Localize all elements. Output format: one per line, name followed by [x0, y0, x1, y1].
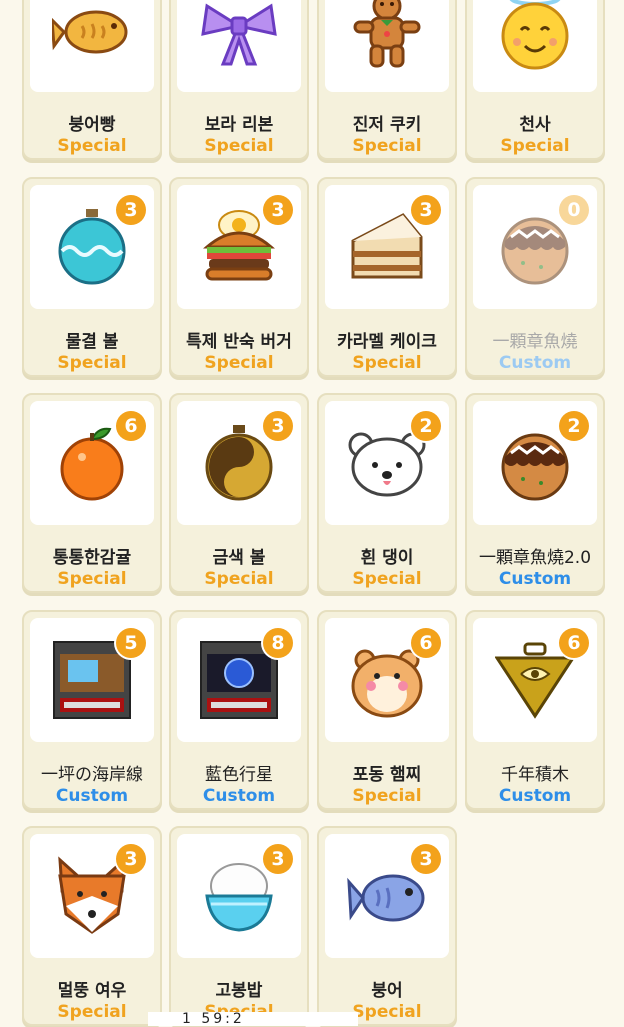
- item-name: 보라 리본: [204, 115, 274, 135]
- angel-smiley-icon: [501, 0, 569, 70]
- item-card[interactable]: 8 藍色行星 Custom: [169, 610, 309, 810]
- item-name: 통통한감귤: [52, 548, 132, 568]
- item-name: 一顆章魚燒2.0: [478, 548, 592, 568]
- item-type-label: Custom: [498, 569, 572, 589]
- item-thumbnail: 6: [30, 401, 154, 525]
- item-name: 一顆章魚燒: [492, 332, 578, 352]
- item-name: 포동 햄찌: [352, 765, 422, 785]
- item-thumbnail: 0: [473, 185, 597, 309]
- item-thumbnail: 8: [177, 618, 301, 742]
- count-badge: 3: [263, 844, 293, 874]
- count-badge: 6: [116, 411, 146, 441]
- item-name: 고봉밥: [215, 981, 263, 1001]
- item-card[interactable]: 붕어빵 Special: [22, 0, 162, 160]
- item-type-label: Special: [352, 136, 422, 156]
- item-card[interactable]: 3 특제 반숙 버거 Special: [169, 177, 309, 377]
- item-thumbnail: [30, 0, 154, 92]
- item-type-label: Special: [204, 353, 274, 373]
- count-badge: 3: [411, 844, 441, 874]
- count-badge: 3: [116, 844, 146, 874]
- item-thumbnail: 3: [177, 401, 301, 525]
- count-badge: 5: [116, 628, 146, 658]
- item-card[interactable]: 3 멀뚱 여우 Special: [22, 826, 162, 1026]
- item-card[interactable]: 천사 Special: [465, 0, 605, 160]
- count-badge: 3: [116, 195, 146, 225]
- item-name: 카라멜 케이크: [337, 332, 437, 352]
- item-name: 진저 쿠키: [352, 115, 422, 135]
- item-thumbnail: 3: [325, 185, 449, 309]
- count-badge: 2: [559, 411, 589, 441]
- item-name: 흰 댕이: [360, 548, 414, 568]
- item-card[interactable]: 5 一坪の海岸線 Custom: [22, 610, 162, 810]
- item-name: 붕어빵: [68, 115, 116, 135]
- item-card[interactable]: 진저 쿠키 Special: [317, 0, 457, 160]
- item-thumbnail: 2: [325, 401, 449, 525]
- taiyaki-icon: [52, 10, 128, 54]
- item-card[interactable]: 0 一顆章魚燒 Custom: [465, 177, 605, 377]
- item-thumbnail: 3: [325, 834, 449, 958]
- item-card[interactable]: 6 통통한감귤 Special: [22, 393, 162, 593]
- item-thumbnail: 3: [30, 185, 154, 309]
- count-badge: 3: [263, 195, 293, 225]
- count-badge: 3: [263, 411, 293, 441]
- count-badge: 0: [559, 195, 589, 225]
- item-name: 一坪の海岸線: [41, 765, 143, 785]
- item-card[interactable]: 3고봉밥Special: [169, 826, 309, 1026]
- item-name: 물결 볼: [65, 332, 119, 352]
- item-name: 붕어: [371, 981, 403, 1001]
- item-type-label: Special: [57, 569, 127, 589]
- item-grid: 붕어빵 Special 보라 리본 Special 진저 쿠키 Special 천사 S…: [0, 0, 624, 1026]
- item-name: 千年積木: [501, 765, 569, 785]
- item-card[interactable]: 2 一顆章魚燒2.0 Custom: [465, 393, 605, 593]
- item-name: 藍色行星: [205, 765, 273, 785]
- item-type-label: Special: [204, 136, 274, 156]
- item-type-label: Special: [204, 569, 274, 589]
- item-type-label: Custom: [202, 786, 276, 806]
- item-card[interactable]: 2 흰 댕이 Special: [317, 393, 457, 593]
- item-type-label: Special: [352, 786, 422, 806]
- purple-ribbon-icon: [201, 3, 277, 66]
- item-thumbnail: 3: [177, 834, 301, 958]
- item-card[interactable]: 3 물결 볼 Special: [22, 177, 162, 377]
- item-thumbnail: [325, 0, 449, 92]
- item-thumbnail: 6: [325, 618, 449, 742]
- item-card[interactable]: 3 카라멜 케이크 Special: [317, 177, 457, 377]
- item-thumbnail: 2: [473, 401, 597, 525]
- item-type-label: Custom: [55, 786, 129, 806]
- item-thumbnail: [177, 0, 301, 92]
- item-name: 특제 반숙 버거: [186, 332, 292, 352]
- item-thumbnail: [473, 0, 597, 92]
- gingerbread-icon: [353, 0, 421, 68]
- item-card[interactable]: 3 붕어 Special: [317, 826, 457, 1026]
- item-card[interactable]: 6 포동 햄찌 Special: [317, 610, 457, 810]
- item-type-label: Special: [57, 1002, 127, 1022]
- item-thumbnail: 6: [473, 618, 597, 742]
- item-name: 멀뚱 여우: [57, 981, 127, 1001]
- item-name: 천사: [519, 115, 551, 135]
- item-type-label: Special: [500, 136, 570, 156]
- item-type-label: Special: [352, 569, 422, 589]
- count-badge: 6: [559, 628, 589, 658]
- count-badge: 8: [263, 628, 293, 658]
- item-type-label: Custom: [498, 786, 572, 806]
- item-type-label: Custom: [498, 353, 572, 373]
- item-card[interactable]: 보라 리본 Special: [169, 0, 309, 160]
- count-badge: 3: [411, 195, 441, 225]
- item-type-label: Special: [57, 136, 127, 156]
- item-type-label: Special: [352, 353, 422, 373]
- item-thumbnail: 5: [30, 618, 154, 742]
- item-card[interactable]: 3 금색 볼 Special: [169, 393, 309, 593]
- item-name: 금색 볼: [212, 548, 266, 568]
- count-badge: 2: [411, 411, 441, 441]
- item-thumbnail: 3: [30, 834, 154, 958]
- item-thumbnail: 3: [177, 185, 301, 309]
- count-badge: 6: [411, 628, 441, 658]
- item-type-label: Special: [57, 353, 127, 373]
- item-card[interactable]: 6 千年積木 Custom: [465, 610, 605, 810]
